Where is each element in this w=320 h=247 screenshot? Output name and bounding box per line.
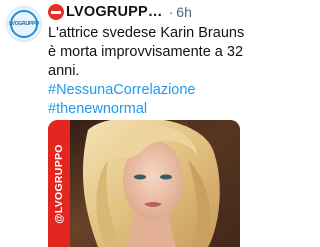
tweet-timestamp[interactable]: 6h <box>176 4 192 20</box>
tweet-text-line: L'attrice svedese Karin Brauns <box>48 25 245 41</box>
author-name[interactable]: LVOGRUPP… <box>66 4 163 20</box>
avatar-logo-text: LVOGRUPPO <box>9 21 39 27</box>
woman-portrait-image <box>48 120 240 247</box>
author-avatar[interactable]: LVOGRUPPO <box>6 6 42 42</box>
watermark-text: @LVOGRUPPO <box>53 143 65 224</box>
tweet-header: LVOGRUPP… · 6h <box>48 2 246 22</box>
avatar-logo: LVOGRUPPO <box>9 10 39 38</box>
tweet-text-line: è morta improvvisamente a 32 <box>48 44 244 60</box>
tweet[interactable]: LVOGRUPPO LVOGRUPP… · 6h L'attrice svede… <box>0 0 250 247</box>
hashtag-link[interactable]: #NessunaCorrelazione <box>48 81 248 100</box>
tweet-text-line: anni. <box>48 63 80 79</box>
tweet-photo[interactable]: @LVOGRUPPO <box>48 120 240 247</box>
tweet-text: L'attrice svedese Karin Brauns è morta i… <box>48 24 248 119</box>
no-entry-icon <box>48 4 64 20</box>
watermark-banner: @LVOGRUPPO <box>48 120 70 247</box>
header-separator: · <box>168 4 174 20</box>
hashtag-link[interactable]: #thenewnormal <box>48 100 248 119</box>
